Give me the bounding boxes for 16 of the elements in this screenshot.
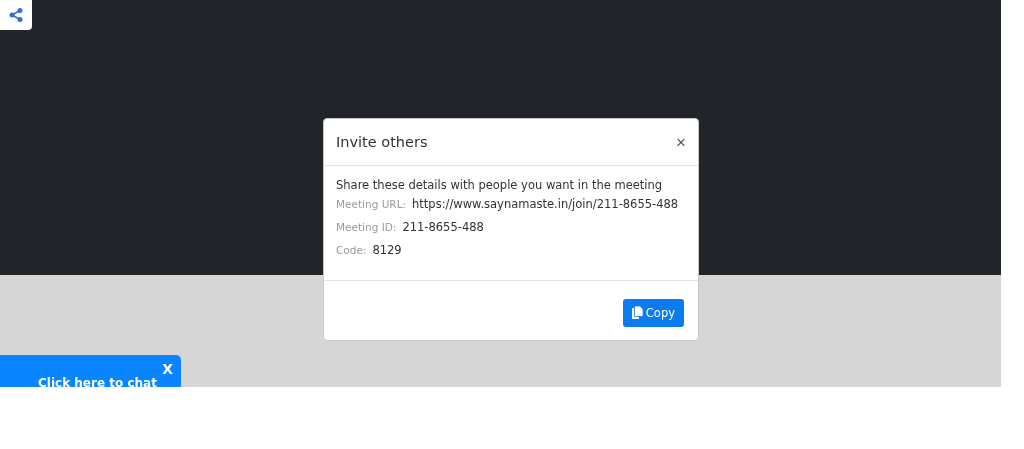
modal-title: Invite others (336, 134, 428, 150)
share-button[interactable] (0, 0, 32, 30)
intro-text: Share these details with people you want in the meeting (336, 178, 664, 192)
detail-label: Meeting URL: (336, 198, 407, 210)
detail-value: https://www.saynamaste.in/join/211-8655-488 (412, 197, 679, 211)
copy-icon (631, 306, 643, 319)
chat-widget[interactable]: X Click here to chat (0, 355, 181, 387)
copy-button[interactable]: Copy (622, 298, 684, 327)
detail-label: Meeting ID: (336, 221, 397, 233)
detail-value: 8129 (372, 243, 402, 257)
detail-value: 211-8655-488 (402, 220, 484, 234)
close-button[interactable]: × (674, 133, 688, 151)
chat-label: Click here to chat (38, 376, 157, 387)
share-icon (9, 8, 23, 22)
detail-label: Code: (336, 244, 367, 256)
close-button[interactable]: X (162, 361, 173, 377)
